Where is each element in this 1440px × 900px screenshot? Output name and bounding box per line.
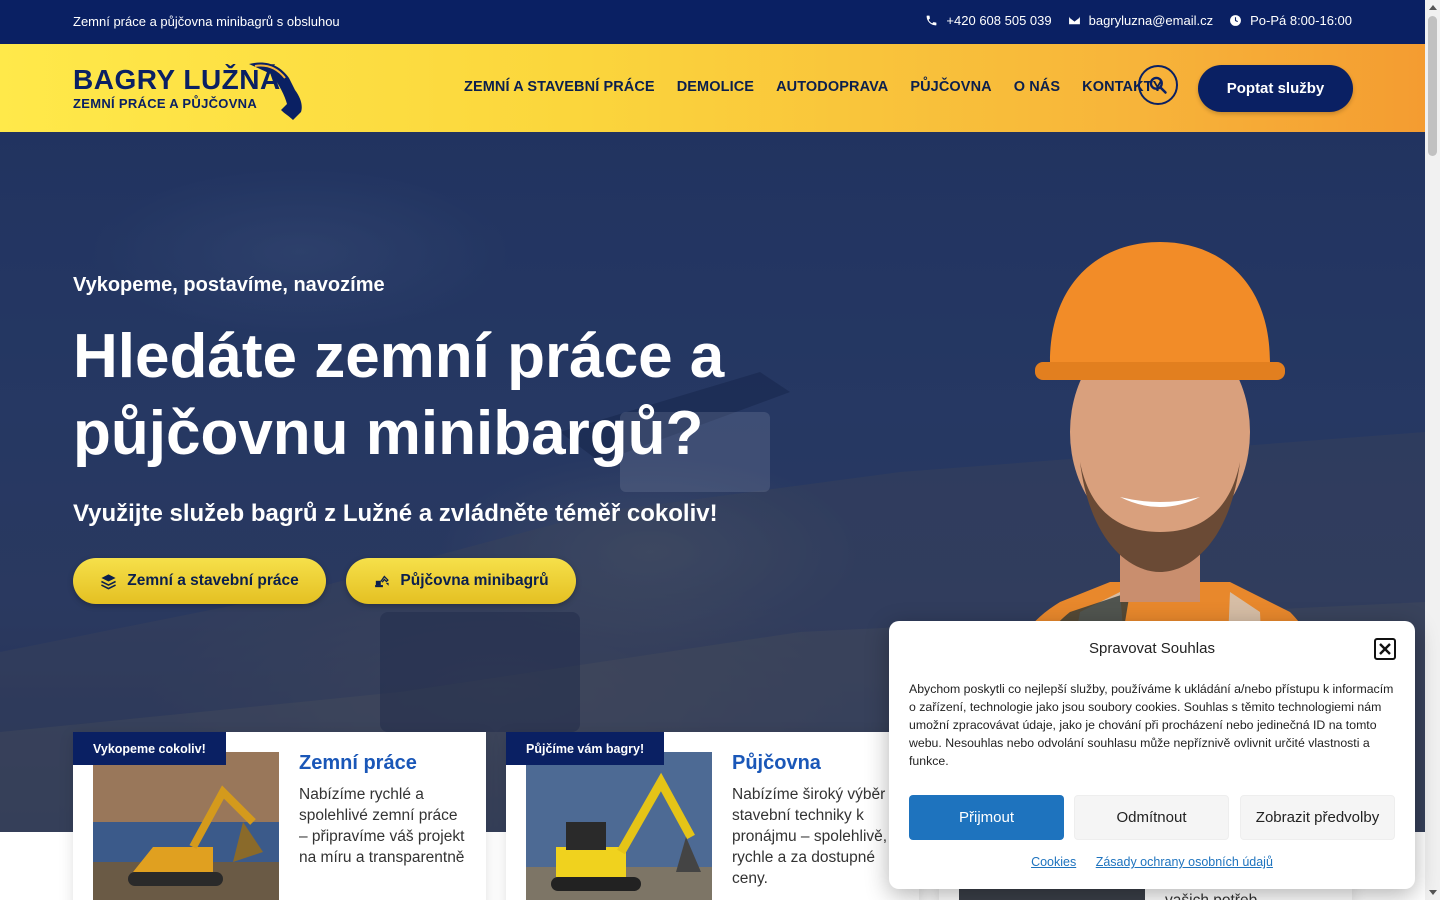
request-service-button[interactable]: Poptat služby bbox=[1198, 65, 1353, 112]
cookie-close-button[interactable] bbox=[1374, 638, 1396, 660]
privacy-policy-link[interactable]: Zásady ochrany osobních údajů bbox=[1096, 855, 1273, 869]
earthworks-button-label: Zemní a stavební práce bbox=[127, 572, 299, 589]
hero-subtitle: Vykopeme, postavíme, navozíme bbox=[73, 274, 385, 296]
cookie-text: Abychom poskytli co nejlepší služby, pou… bbox=[909, 682, 1394, 768]
card-title: Půjčovna bbox=[732, 752, 821, 774]
excavator-arm-logo-icon bbox=[249, 62, 302, 120]
card-text: Nabízíme rychlé a spolehlivé zemní práce… bbox=[299, 786, 465, 866]
clock-icon bbox=[1230, 15, 1242, 26]
hours-text: Po-Pá 8:00-16:00 bbox=[1250, 13, 1352, 28]
card-image-excavator bbox=[93, 752, 279, 900]
scroll-down-arrow-icon[interactable] bbox=[1429, 890, 1437, 895]
main-nav: ZEMNÍ A STAVEBNÍ PRÁCE DEMOLICE AUTODOPR… bbox=[464, 79, 1162, 95]
close-icon bbox=[1379, 643, 1391, 655]
card-text: Nabízíme široký výběr stavební techniky … bbox=[732, 786, 888, 887]
phone-text: +420 608 505 039 bbox=[946, 13, 1052, 28]
site-header: BAGRY LUŽNÁ ZEMNÍ PRÁCE A PŮJČOVNA ZEMNÍ… bbox=[0, 44, 1425, 132]
email-contact[interactable]: bagryluzna@email.cz bbox=[1068, 13, 1213, 28]
nav-item-transport[interactable]: AUTODOPRAVA bbox=[776, 79, 888, 95]
service-card-rental[interactable]: Půjčíme vám bagry! Půjčovna Nabízíme šir… bbox=[506, 732, 919, 900]
hero-title: Hledáte zemní práce a půjčovnu minibargů… bbox=[73, 322, 725, 468]
logo-subtitle: ZEMNÍ PRÁCE A PŮJČOVNA bbox=[73, 96, 258, 111]
card-badge: Půjčíme vám bagry! bbox=[506, 732, 665, 765]
nav-item-rental[interactable]: PŮJČOVNA bbox=[910, 79, 991, 95]
scroll-up-arrow-icon[interactable] bbox=[1429, 5, 1437, 10]
search-icon bbox=[1149, 76, 1167, 94]
card-badge: Vykopeme cokoliv! bbox=[73, 732, 226, 765]
rental-button[interactable]: Půjčovna minibagrů bbox=[346, 558, 576, 604]
card-text: vašich potřeb bbox=[1165, 890, 1335, 900]
nav-item-demolition[interactable]: DEMOLICE bbox=[677, 79, 754, 95]
excavator-icon bbox=[375, 575, 390, 587]
cookie-links: Cookies Zásady ochrany osobních údajů bbox=[889, 855, 1415, 869]
top-bar-contacts: +420 608 505 039 bagryluzna@email.cz Po-… bbox=[925, 13, 1352, 28]
card-title: Zemní práce bbox=[299, 752, 417, 774]
phone-contact[interactable]: +420 608 505 039 bbox=[925, 13, 1052, 28]
hero-lead: Využijte služeb bagrů z Lužné a zvládnět… bbox=[73, 500, 718, 527]
card-image-mini-excavator bbox=[526, 752, 712, 900]
cookie-consent-dialog: Spravovat Souhlas Abychom poskytli co ne… bbox=[889, 621, 1415, 889]
layers-icon bbox=[101, 573, 117, 589]
search-button[interactable] bbox=[1138, 65, 1178, 105]
email-text: bagryluzna@email.cz bbox=[1088, 13, 1214, 28]
mail-icon bbox=[1068, 16, 1080, 25]
phone-icon bbox=[927, 15, 937, 26]
page-scrollbar[interactable] bbox=[1425, 0, 1440, 900]
rental-button-label: Půjčovna minibagrů bbox=[400, 572, 549, 589]
top-bar-tagline: Zemní práce a půjčovna minibagrů s obslu… bbox=[73, 14, 340, 29]
nav-item-earthworks[interactable]: ZEMNÍ A STAVEBNÍ PRÁCE bbox=[464, 79, 655, 95]
cookie-deny-button[interactable]: Odmítnout bbox=[1074, 795, 1229, 840]
cookie-preferences-button[interactable]: Zobrazit předvolby bbox=[1240, 795, 1395, 840]
top-bar: Zemní práce a půjčovna minibagrů s obslu… bbox=[0, 0, 1425, 44]
service-card-earthworks[interactable]: Vykopeme cokoliv! Zemní práce Nabízíme r… bbox=[73, 732, 486, 900]
cookie-policy-link[interactable]: Cookies bbox=[1031, 855, 1076, 869]
scrollbar-thumb[interactable] bbox=[1428, 16, 1437, 156]
earthworks-button[interactable]: Zemní a stavební práce bbox=[73, 558, 326, 604]
nav-item-about[interactable]: O NÁS bbox=[1014, 79, 1060, 95]
cookie-accept-button[interactable]: Přijmout bbox=[909, 795, 1064, 840]
cookie-title: Spravovat Souhlas bbox=[1089, 640, 1215, 657]
hours-info: Po-Pá 8:00-16:00 bbox=[1229, 13, 1352, 28]
site-logo[interactable]: BAGRY LUŽNÁ ZEMNÍ PRÁCE A PŮJČOVNA bbox=[73, 60, 305, 122]
